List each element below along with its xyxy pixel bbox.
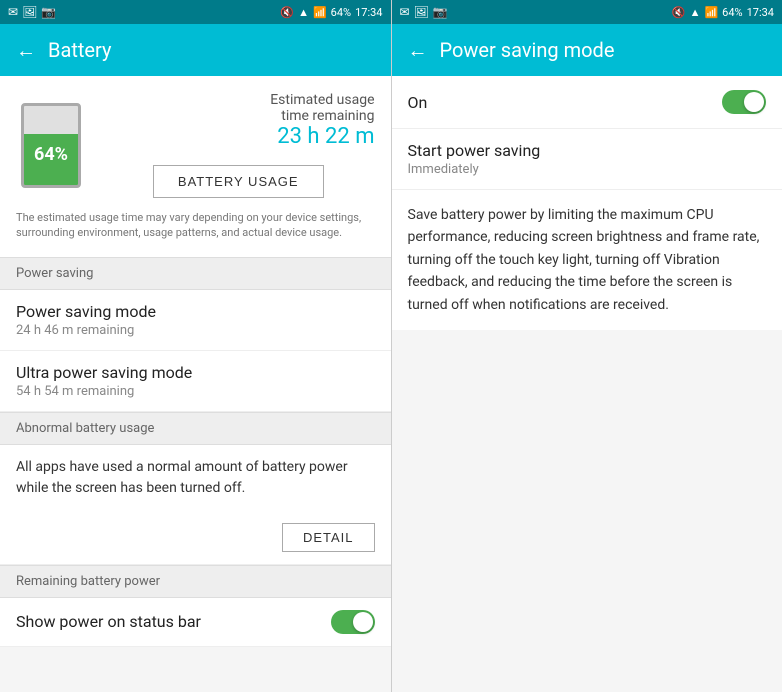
ultra-power-saving-title: Ultra power saving mode <box>16 363 375 382</box>
right-status-right: 🔇 ▲ 📶 64% 17:34 <box>672 6 774 19</box>
time-right: 17:34 <box>747 6 774 19</box>
start-saving-section[interactable]: Start power saving Immediately <box>392 129 782 190</box>
right-status-bar: ✉ 🖼 📷 🔇 ▲ 📶 64% 17:34 <box>392 0 782 24</box>
right-msg-icon: ✉ <box>400 5 410 19</box>
power-saving-mode-item[interactable]: Power saving mode 24 h 46 m remaining <box>0 290 391 351</box>
battery-info: Estimated usage time remaining 23 h 22 m… <box>102 92 375 198</box>
start-saving-title: Start power saving <box>408 141 767 160</box>
ultra-power-saving-subtitle: 54 h 54 m remaining <box>16 384 375 399</box>
right-wifi-icon: ▲ <box>690 6 701 19</box>
photo-icon: 🖼 <box>22 5 37 19</box>
left-back-button[interactable]: ← <box>16 38 36 63</box>
signal-icon: 📶 <box>313 6 327 19</box>
battery-time-value: 23 h 22 m <box>102 124 375 149</box>
left-status-right: 🔇 ▲ 📶 64% 17:34 <box>280 6 382 19</box>
msg-icon: ✉ <box>8 5 18 19</box>
power-saving-mode-subtitle: 24 h 46 m remaining <box>16 323 375 338</box>
power-saving-toggle[interactable] <box>722 90 766 114</box>
left-header-title: Battery <box>48 38 111 62</box>
right-screenshot-icon: 📷 <box>433 5 448 19</box>
battery-note: The estimated usage time may vary depend… <box>16 210 375 241</box>
section-power-saving-header: Power saving <box>0 257 391 290</box>
right-signal-icon: 📶 <box>704 6 718 19</box>
power-toggle-thumb <box>744 92 764 112</box>
right-status-icons: ✉ 🖼 📷 <box>400 5 448 19</box>
detail-btn-container: DETAIL <box>0 511 391 565</box>
screenshot-icon: 📷 <box>41 5 56 19</box>
toggle-thumb <box>353 612 373 632</box>
right-header-title: Power saving mode <box>440 38 615 62</box>
battery-estimated-label: Estimated usage <box>102 92 375 108</box>
mute-icon: 🔇 <box>280 6 294 19</box>
battery-main: 64% Estimated usage time remaining 23 h … <box>16 92 375 198</box>
section-remaining-header: Remaining battery power <box>0 565 391 598</box>
on-label: On <box>408 93 428 112</box>
right-back-button[interactable]: ← <box>408 38 428 63</box>
left-status-bar: ✉ 🖼 📷 🔇 ▲ 📶 64% 17:34 <box>0 0 391 24</box>
start-saving-subtitle: Immediately <box>408 162 767 177</box>
battery-percent: 64% <box>34 144 68 165</box>
show-power-item[interactable]: Show power on status bar <box>0 598 391 647</box>
left-panel: ✉ 🖼 📷 🔇 ▲ 📶 64% 17:34 ← Battery 64% Es <box>0 0 392 692</box>
power-toggle-track <box>722 90 766 114</box>
battery-time-label: time remaining <box>102 108 375 124</box>
right-mute-icon: 🔇 <box>672 6 686 19</box>
detail-button[interactable]: DETAIL <box>282 523 375 552</box>
right-panel: ✉ 🖼 📷 🔇 ▲ 📶 64% 17:34 ← Power saving mod… <box>392 0 782 692</box>
right-header: ← Power saving mode <box>392 24 782 76</box>
on-row[interactable]: On <box>392 76 782 129</box>
right-photo-icon: 🖼 <box>414 5 429 19</box>
battery-icon: 64% <box>21 103 81 188</box>
toggle-track <box>331 610 375 634</box>
battery-section: 64% Estimated usage time remaining 23 h … <box>0 76 391 257</box>
left-status-icons: ✉ 🖼 📷 <box>8 5 56 19</box>
battery-pct-right: 64% <box>722 6 742 19</box>
show-power-title: Show power on status bar <box>16 612 201 631</box>
time-left: 17:34 <box>355 6 382 19</box>
battery-icon-container: 64% <box>16 100 86 190</box>
wifi-icon: ▲ <box>298 6 309 19</box>
show-power-toggle[interactable] <box>331 610 375 634</box>
ultra-power-saving-item[interactable]: Ultra power saving mode 54 h 54 m remain… <box>0 351 391 412</box>
power-saving-mode-title: Power saving mode <box>16 302 375 321</box>
battery-usage-button[interactable]: BATTERY USAGE <box>153 165 324 198</box>
abnormal-text: All apps have used a normal amount of ba… <box>0 445 391 511</box>
section-abnormal-header: Abnormal battery usage <box>0 412 391 445</box>
left-header: ← Battery <box>0 24 391 76</box>
battery-pct-left: 64% <box>331 6 351 19</box>
description-section: Save battery power by limiting the maxim… <box>392 190 782 330</box>
